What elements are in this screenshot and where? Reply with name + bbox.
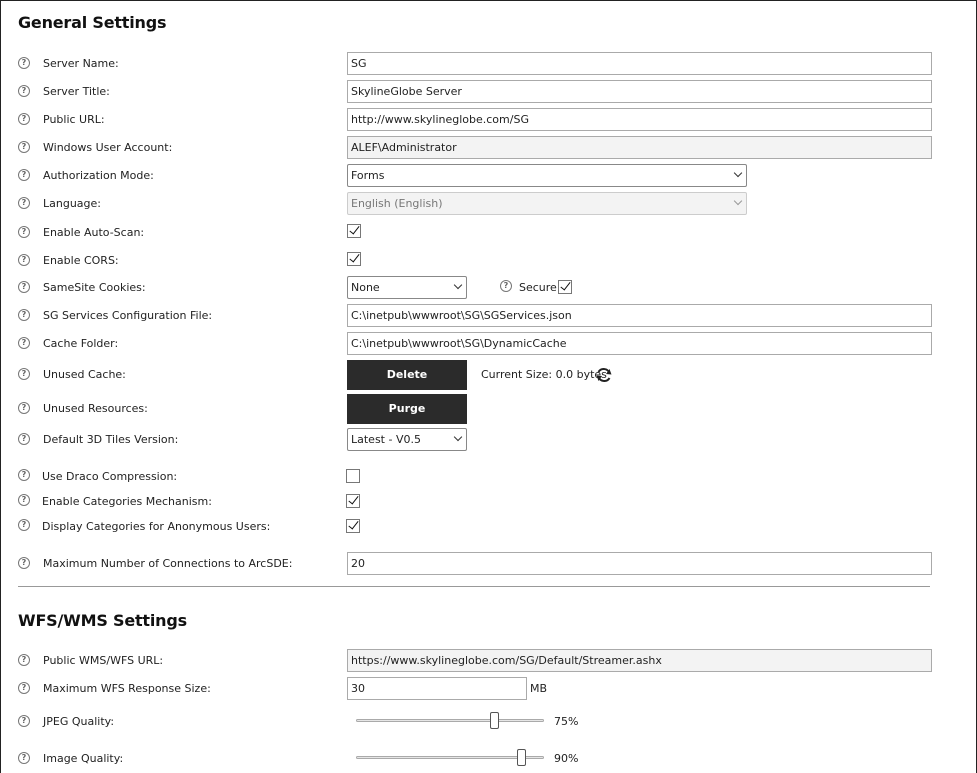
public-url-label: Public URL: [43,113,105,126]
chevron-down-icon [453,432,463,442]
checkmark-icon [347,493,359,505]
cache-folder-input[interactable]: C:\inetpub\wwwroot\SG\DynamicCache [347,332,932,355]
max-response-unit: MB [530,682,548,695]
server-title-label: Server Title: [43,85,110,98]
jpeg-quality-label: JPEG Quality: [43,715,115,728]
services-config-label: SG Services Configuration File: [43,309,213,322]
max-response-label: Maximum WFS Response Size: [43,682,211,695]
checkmark-icon [348,223,360,235]
auto-scan-label: Enable Auto-Scan: [43,226,145,239]
server-title-input[interactable]: SkylineGlobe Server [347,80,932,103]
cors-checkbox[interactable] [347,251,361,266]
server-name-label: Server Name: [43,57,119,70]
help-icon[interactable]: ? [18,654,30,666]
checkmark-icon [347,518,359,530]
help-icon[interactable]: ? [18,368,30,380]
checkmark-icon [348,251,360,263]
windows-user-input: ALEF\Administrator [347,136,932,159]
language-select: English (English) [347,192,747,215]
categories-checkbox[interactable] [346,493,360,508]
samesite-value: None [351,281,380,294]
windows-user-label: Windows User Account: [43,141,173,154]
slider-track [356,756,544,759]
tiles-version-select[interactable]: Latest - V0.5 [347,428,467,451]
services-config-input[interactable]: C:\inetpub\wwwroot\SG\SGServices.json [347,304,932,327]
help-icon[interactable]: ? [18,113,30,125]
auto-scan-checkbox[interactable] [347,223,361,238]
delete-cache-button[interactable]: Delete [347,360,467,390]
refresh-icon[interactable] [595,366,613,384]
cors-label: Enable CORS: [43,254,119,267]
wfs-url-input: https://www.skylineglobe.com/SG/Default/… [347,649,932,672]
max-connections-label: Maximum Number of Connections to ArcSDE: [43,557,293,570]
draco-label: Use Draco Compression: [42,470,178,483]
slider-track [356,719,544,722]
purge-button[interactable]: Purge [347,394,467,424]
help-icon[interactable]: ? [18,494,30,506]
secure-checkbox[interactable] [558,279,572,294]
help-icon[interactable]: ? [18,254,30,266]
image-quality-value: 90% [554,752,579,765]
help-icon[interactable]: ? [18,682,30,694]
wfs-settings-title: WFS/WMS Settings [18,611,187,630]
categories-anon-label: Display Categories for Anonymous Users: [42,520,271,533]
image-quality-label: Image Quality: [43,752,124,765]
current-size-text: Current Size: 0.0 bytes [481,368,607,381]
settings-page: General Settings ? Server Name: SG ? Ser… [0,0,977,773]
unused-resources-label: Unused Resources: [43,402,148,415]
chevron-down-icon [453,280,463,290]
tiles-version-label: Default 3D Tiles Version: [43,433,179,446]
chevron-down-icon [733,168,743,178]
help-icon[interactable]: ? [18,281,30,293]
help-icon[interactable]: ? [18,519,30,531]
help-icon[interactable]: ? [18,309,30,321]
auth-mode-select[interactable]: Forms [347,164,747,187]
draco-checkbox[interactable] [346,469,360,483]
help-icon[interactable]: ? [18,197,30,209]
help-icon[interactable]: ? [18,337,30,349]
server-name-input[interactable]: SG [347,52,932,75]
categories-label: Enable Categories Mechanism: [42,495,212,508]
slider-thumb[interactable] [490,712,499,729]
help-icon[interactable]: ? [18,715,30,727]
checkmark-icon [559,279,571,291]
help-icon[interactable]: ? [18,752,30,764]
help-icon[interactable]: ? [18,469,30,481]
help-icon[interactable]: ? [18,57,30,69]
slider-thumb[interactable] [517,749,526,766]
max-response-input[interactable]: 30 [347,677,527,700]
language-label: Language: [43,197,101,210]
secure-label: Secure [519,281,557,294]
jpeg-quality-slider[interactable] [356,711,544,731]
tiles-version-value: Latest - V0.5 [351,433,421,446]
wfs-url-label: Public WMS/WFS URL: [43,654,164,667]
help-icon[interactable]: ? [18,85,30,97]
unused-cache-label: Unused Cache: [43,368,126,381]
samesite-label: SameSite Cookies: [43,281,146,294]
image-quality-slider[interactable] [356,748,544,768]
categories-anon-checkbox[interactable] [346,518,360,533]
max-connections-input[interactable]: 20 [347,552,932,575]
help-icon[interactable]: ? [18,226,30,238]
help-icon[interactable]: ? [18,402,30,414]
section-divider [18,586,930,587]
auth-mode-label: Authorization Mode: [43,169,154,182]
jpeg-quality-value: 75% [554,715,579,728]
general-settings-title: General Settings [18,13,167,32]
help-icon[interactable]: ? [500,280,512,292]
language-value: English (English) [351,197,443,210]
help-icon[interactable]: ? [18,433,30,445]
samesite-select[interactable]: None [347,276,467,299]
auth-mode-value: Forms [351,169,385,182]
help-icon[interactable]: ? [18,141,30,153]
public-url-input[interactable]: http://www.skylineglobe.com/SG [347,108,932,131]
help-icon[interactable]: ? [18,557,30,569]
help-icon[interactable]: ? [18,169,30,181]
cache-folder-label: Cache Folder: [43,337,119,350]
chevron-down-icon [733,196,743,206]
